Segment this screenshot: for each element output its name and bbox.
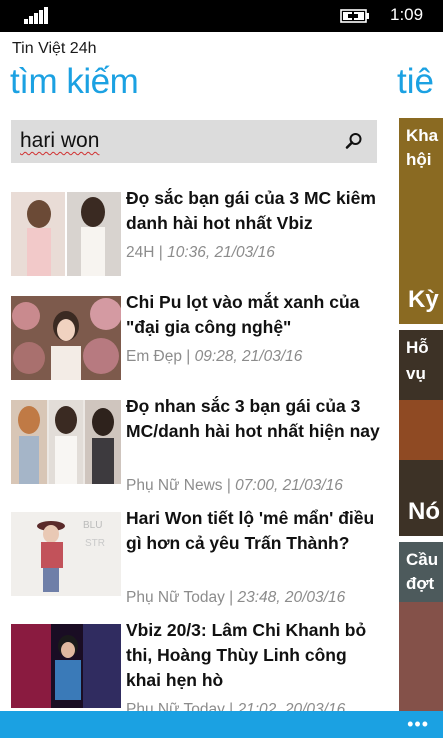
result-time: 23:48, 20/03/16 (237, 589, 346, 606)
result-item[interactable]: Đọ nhan sắc 3 bạn gái của 3 MC/danh hài … (11, 394, 381, 510)
result-source: 24H (126, 244, 155, 261)
peek-tile-text: Cầu (406, 550, 439, 569)
result-time: 07:00, 21/03/16 (235, 477, 343, 494)
article-thumbnail (11, 400, 121, 484)
result-title[interactable]: Đọ sắc bạn gái của 3 MC kiêm danh hài ho… (126, 186, 381, 236)
signal-strength-icon (24, 6, 50, 24)
peek-tile[interactable]: Cầu đợt (399, 542, 443, 711)
result-title[interactable]: Vbiz 20/3: Lâm Chi Khanh bỏ thi, Hoàng T… (126, 618, 381, 693)
clock: 1:09 (390, 5, 424, 24)
peek-tile-label: Kỳ (408, 286, 439, 313)
peek-tile-text: vụ (406, 364, 426, 383)
article-thumbnail: BLU STR (11, 512, 121, 596)
app-name: Tin Việt 24h (12, 40, 97, 57)
status-bar: 1:09 (0, 0, 443, 32)
article-thumbnail (11, 624, 121, 708)
result-meta: Phụ Nữ Today | 23:48, 20/03/16 (126, 589, 345, 607)
peek-tile-text: đợt (406, 574, 435, 593)
peek-tile-text: Kha (406, 126, 439, 145)
meta-separator: | (222, 477, 236, 494)
app-bar: ••• (0, 711, 443, 738)
result-title[interactable]: Hari Won tiết lộ 'mê mẩn' điều gì hơn cả… (126, 506, 381, 556)
result-item[interactable]: BLU STR Hari Won tiết lộ 'mê mẩn' điều g… (11, 506, 381, 622)
result-source: Phụ Nữ News (126, 477, 223, 494)
peek-tile-text: hội (406, 150, 432, 169)
article-thumbnail (11, 296, 121, 380)
search-icon[interactable] (345, 132, 363, 150)
search-box[interactable]: hari won (11, 120, 377, 163)
result-meta: Phụ Nữ News | 07:00, 21/03/16 (126, 477, 343, 495)
next-pivot-title[interactable]: tiê (397, 62, 443, 102)
peek-tile-text: Hỗ (406, 338, 429, 357)
more-options-button[interactable]: ••• (407, 714, 429, 735)
result-item[interactable]: Vbiz 20/3: Lâm Chi Khanh bỏ thi, Hoàng T… (11, 618, 381, 718)
peek-tile[interactable]: Kha hội Kỳ (399, 118, 443, 324)
result-meta: 24H | 10:36, 21/03/16 (126, 244, 275, 262)
result-time: 10:36, 21/03/16 (167, 244, 275, 261)
search-input[interactable]: hari won (20, 129, 99, 153)
result-item[interactable]: Đọ sắc bạn gái của 3 MC kiêm danh hài ho… (11, 186, 381, 286)
result-title[interactable]: Đọ nhan sắc 3 bạn gái của 3 MC/danh hài … (126, 394, 381, 444)
meta-separator: | (182, 348, 195, 365)
result-time: 09:28, 21/03/16 (194, 348, 303, 365)
result-meta: Em Đẹp | 09:28, 21/03/16 (126, 348, 302, 366)
result-item[interactable]: Chi Pu lọt vào mắt xanh của "đại gia côn… (11, 290, 381, 390)
peek-tile[interactable]: Hỗ vụ Nó (399, 330, 443, 536)
meta-separator: | (154, 244, 168, 261)
result-source: Em Đẹp (126, 348, 182, 365)
svg-text:STR: STR (85, 538, 105, 549)
svg-text:BLU: BLU (83, 520, 102, 531)
result-source: Phụ Nữ Today (126, 589, 225, 606)
result-title[interactable]: Chi Pu lọt vào mắt xanh của "đại gia côn… (126, 290, 381, 340)
article-thumbnail (11, 192, 121, 276)
meta-separator: | (224, 589, 238, 606)
battery-charging-icon (340, 9, 369, 23)
page-title: tìm kiếm (10, 62, 139, 101)
peek-tile-label: Nó (408, 498, 440, 525)
